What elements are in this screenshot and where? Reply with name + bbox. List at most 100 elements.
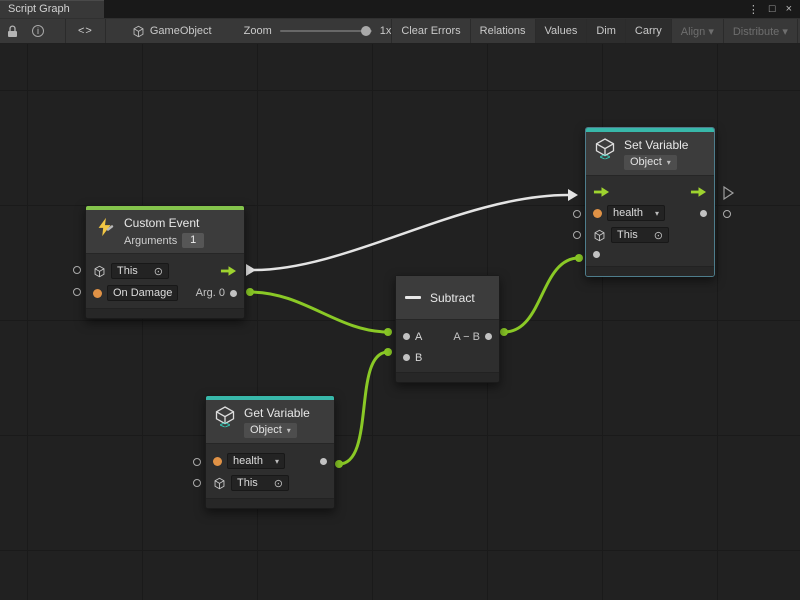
variable-scope-dropdown[interactable]: Object ▾ [624, 155, 677, 170]
node-footer [206, 498, 334, 508]
value-port-dot[interactable] [335, 460, 343, 468]
this-object-field[interactable]: This ⊙ [231, 475, 289, 491]
carry-toggle[interactable]: Carry [625, 19, 671, 43]
tab-script-graph[interactable]: Script Graph [0, 0, 104, 18]
window-tab-bar: Script Graph ⋮ □ × [0, 0, 800, 18]
variable-name-value: health [233, 455, 263, 467]
flow-out-port-setvariable[interactable] [724, 187, 733, 199]
this-object-field[interactable]: This ⊙ [111, 263, 169, 279]
this-value: This [617, 229, 638, 241]
svg-text:<>: <> [600, 152, 611, 161]
output-dot[interactable] [485, 333, 492, 340]
window-maximize-icon[interactable]: □ [769, 3, 776, 15]
chevron-down-icon: ▾ [655, 209, 659, 218]
this-object-field[interactable]: This ⊙ [611, 227, 669, 243]
subtract-icon [405, 296, 421, 299]
value-output-dot[interactable] [320, 458, 327, 465]
arguments-count-field[interactable]: 1 [182, 233, 204, 248]
event-name-value: On Damage [113, 287, 172, 299]
value-port-dot[interactable] [384, 348, 392, 356]
zoom-slider[interactable] [280, 30, 372, 32]
variable-name-dropdown[interactable]: health ▾ [227, 453, 285, 469]
zoom-label: Zoom [244, 25, 272, 37]
lock-icon[interactable] [0, 19, 25, 43]
arg0-output-dot[interactable] [230, 290, 237, 297]
flow-out-arrow-icon [220, 265, 237, 277]
input-port-setvariable-this[interactable] [573, 231, 581, 239]
custom-event-icon [93, 215, 117, 239]
clear-errors-button[interactable]: Clear Errors [391, 19, 469, 43]
distribute-dropdown[interactable]: Distribute ▾ [723, 19, 797, 43]
gameobject-context[interactable]: GameObject [132, 25, 212, 38]
object-picker-icon[interactable]: ⊙ [274, 477, 283, 490]
value-port-dot[interactable] [384, 328, 392, 336]
dim-toggle[interactable]: Dim [586, 19, 625, 43]
chevron-down-icon: ▾ [287, 423, 291, 438]
graph-canvas[interactable]: Custom Event Arguments 1 This ⊙ [0, 44, 800, 600]
input-port-customevent-name[interactable] [73, 288, 81, 296]
string-port-dot[interactable] [213, 457, 222, 466]
input-port-customevent-this[interactable] [73, 266, 81, 274]
chevron-down-icon: ▾ [667, 155, 671, 170]
scope-value: Object [630, 155, 662, 170]
node-subtract[interactable]: Subtract A A − B B [395, 275, 500, 383]
value-port-dot[interactable] [575, 254, 583, 262]
node-title: Set Variable [624, 137, 688, 152]
node-get-variable[interactable]: <> Get Variable Object ▾ health ▾ [205, 395, 335, 509]
zoom-value: 1x [380, 25, 392, 37]
input-a-label: A [415, 331, 422, 343]
flow-out-port-customevent[interactable] [246, 264, 256, 276]
code-view-button[interactable]: <> [65, 19, 106, 43]
input-b-dot[interactable] [403, 354, 410, 361]
variable-icon: <> [213, 405, 237, 429]
zoom-slider-handle[interactable] [361, 26, 371, 36]
align-dropdown[interactable]: Align ▾ [671, 19, 723, 43]
output-label: A − B [453, 331, 480, 343]
node-set-variable[interactable]: <> Set Variable Object ▾ [585, 127, 715, 277]
output-port-setvariable-value[interactable] [723, 210, 731, 218]
event-name-field[interactable]: On Damage [107, 285, 178, 301]
value-output-dot[interactable] [700, 210, 707, 217]
values-toggle[interactable]: Values [535, 19, 587, 43]
node-title: Get Variable [244, 405, 310, 420]
node-custom-event[interactable]: Custom Event Arguments 1 This ⊙ [85, 205, 245, 319]
variable-name-value: health [613, 207, 643, 219]
value-port-dot[interactable] [246, 288, 254, 296]
node-footer [86, 308, 244, 318]
variable-scope-dropdown[interactable]: Object ▾ [244, 423, 297, 438]
string-port-dot[interactable] [93, 289, 102, 298]
node-title: Subtract [430, 290, 475, 305]
wire-getvariable-subtractB[interactable] [339, 352, 388, 464]
relations-button[interactable]: Relations [470, 19, 535, 43]
input-port-setvariable-name[interactable] [573, 210, 581, 218]
node-title: Custom Event [124, 215, 204, 230]
chevron-down-icon: ▾ [275, 457, 279, 466]
gameobject-cube-icon [213, 477, 226, 490]
value-port-dot[interactable] [500, 328, 508, 336]
lock-icon-svg [7, 25, 18, 38]
input-a-dot[interactable] [403, 333, 410, 340]
gameobject-cube-icon [93, 265, 106, 278]
variable-icon: <> [593, 137, 617, 161]
gameobject-cube-icon [132, 25, 145, 38]
window-menu-icon[interactable]: ⋮ [748, 3, 759, 16]
value-input-dot[interactable] [593, 251, 600, 258]
object-picker-icon[interactable]: ⊙ [654, 229, 663, 242]
node-footer [586, 266, 714, 276]
window-close-icon[interactable]: × [786, 3, 792, 15]
wire-subtract-setvariable[interactable] [504, 258, 579, 332]
this-value: This [237, 477, 258, 489]
input-port-getvariable-name[interactable] [193, 458, 201, 466]
variable-name-dropdown[interactable]: health ▾ [607, 205, 665, 221]
arguments-label: Arguments [124, 235, 177, 247]
input-port-getvariable-this[interactable] [193, 479, 201, 487]
wire-arg0-subtractA[interactable] [250, 292, 388, 332]
wire-flow-customevent-setvariable[interactable] [254, 195, 568, 270]
node-footer [396, 372, 499, 382]
string-port-dot[interactable] [593, 209, 602, 218]
graph-toolbar: i <> GameObject Zoom 1x Clear Errors Rel… [0, 18, 800, 44]
flow-in-port-setvariable[interactable] [568, 189, 578, 201]
info-icon[interactable]: i [25, 19, 51, 43]
object-picker-icon[interactable]: ⊙ [154, 265, 163, 278]
toolbar-buttons: Clear Errors Relations Values Dim Carry … [391, 19, 800, 43]
